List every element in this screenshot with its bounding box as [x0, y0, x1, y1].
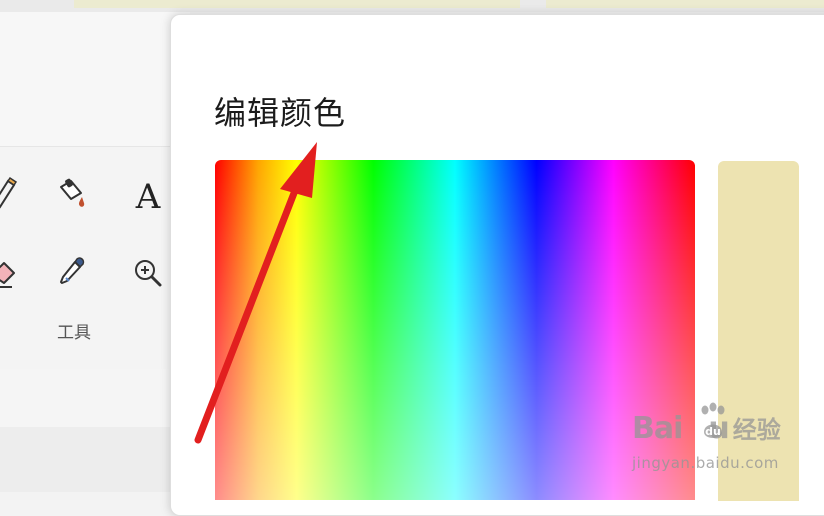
watermark-logo-text: Bai [632, 411, 683, 446]
color-picker-icon [60, 257, 85, 284]
color-spectrum-picker[interactable] [215, 160, 695, 500]
title-bar-strip [0, 0, 824, 12]
watermark-logo-cn: 经验 [732, 416, 781, 444]
color-strip-left [74, 0, 520, 8]
baidu-jingyan-watermark: Baiu经验 du jingyan.baidu.com [632, 402, 812, 482]
ribbon-upper-area [0, 12, 190, 146]
magnifier-tool[interactable] [130, 256, 166, 290]
fill-bucket-icon [60, 178, 85, 207]
color-strip-right [546, 0, 824, 8]
eraser-icon [0, 262, 15, 288]
watermark-url: jingyan.baidu.com [632, 454, 779, 472]
magnifier-icon [135, 260, 162, 287]
canvas-area [0, 427, 190, 492]
dialog-title: 编辑颜色 [214, 94, 347, 132]
ribbon-lower-area [0, 369, 190, 427]
tools-group-label: 工具 [57, 323, 91, 343]
color-picker-tool[interactable] [56, 254, 90, 290]
eraser-tool[interactable] [0, 254, 18, 290]
pencil-icon [0, 176, 18, 209]
svg-text:du: du [705, 425, 721, 438]
pencil-tool[interactable] [0, 174, 18, 210]
text-tool[interactable]: A [130, 178, 166, 216]
text-icon: A [135, 177, 161, 217]
fill-bucket-tool[interactable] [54, 176, 90, 212]
paw-icon: du [701, 402, 725, 438]
